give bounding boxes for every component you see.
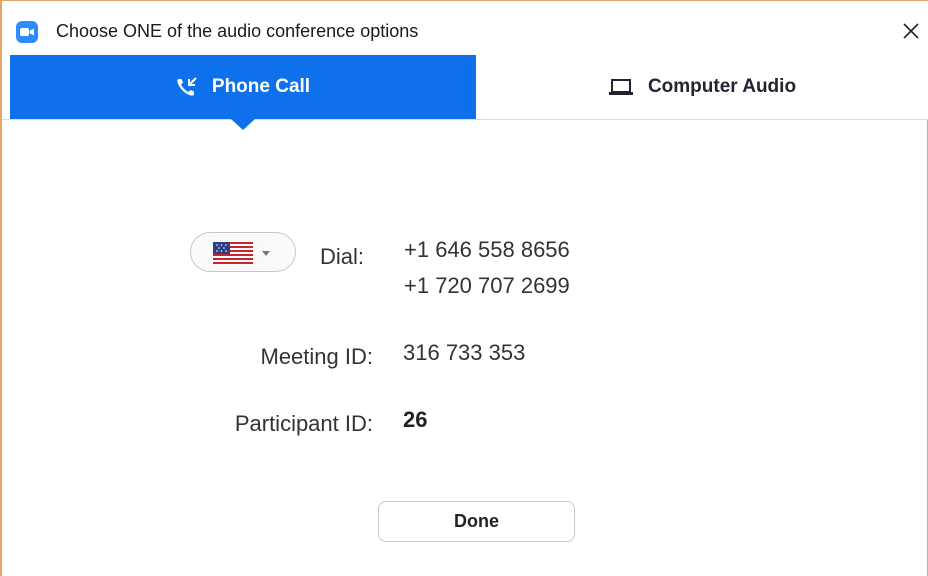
phone-call-icon bbox=[176, 77, 198, 97]
window-title: Choose ONE of the audio conference optio… bbox=[56, 21, 419, 41]
participant-id-label: Participant ID: bbox=[234, 411, 373, 436]
chevron-down-icon bbox=[262, 251, 270, 256]
close-button[interactable] bbox=[897, 17, 925, 45]
close-icon[interactable] bbox=[897, 17, 925, 45]
audio-tabs: Phone Call Computer Audio bbox=[2, 55, 928, 130]
title-bar: Choose ONE of the audio conference optio… bbox=[2, 1, 928, 55]
tab-phone-call-label: Phone Call bbox=[211, 76, 311, 97]
us-flag-icon bbox=[213, 242, 253, 264]
dial-number-2: +1 720 707 2699 bbox=[404, 273, 570, 298]
tab-computer-audio-label: Computer Audio bbox=[647, 76, 797, 97]
laptop-icon bbox=[608, 78, 634, 96]
dial-number-1: +1 646 558 8656 bbox=[404, 237, 570, 262]
meeting-id-label: Meeting ID: bbox=[260, 344, 374, 369]
meeting-id-value: 316 733 353 bbox=[403, 340, 526, 365]
selected-tab-pointer bbox=[231, 119, 255, 130]
participant-id-value: 26 bbox=[403, 407, 428, 432]
dial-label: Dial: bbox=[320, 244, 365, 269]
tab-phone-call[interactable]: Phone Call bbox=[10, 55, 476, 119]
done-button[interactable]: Done bbox=[378, 501, 575, 542]
country-selector[interactable] bbox=[190, 232, 296, 272]
zoom-video-icon bbox=[16, 21, 38, 43]
tab-computer-audio[interactable]: Computer Audio bbox=[476, 55, 928, 119]
audio-options-dialog: Choose ONE of the audio conference optio… bbox=[0, 0, 928, 576]
